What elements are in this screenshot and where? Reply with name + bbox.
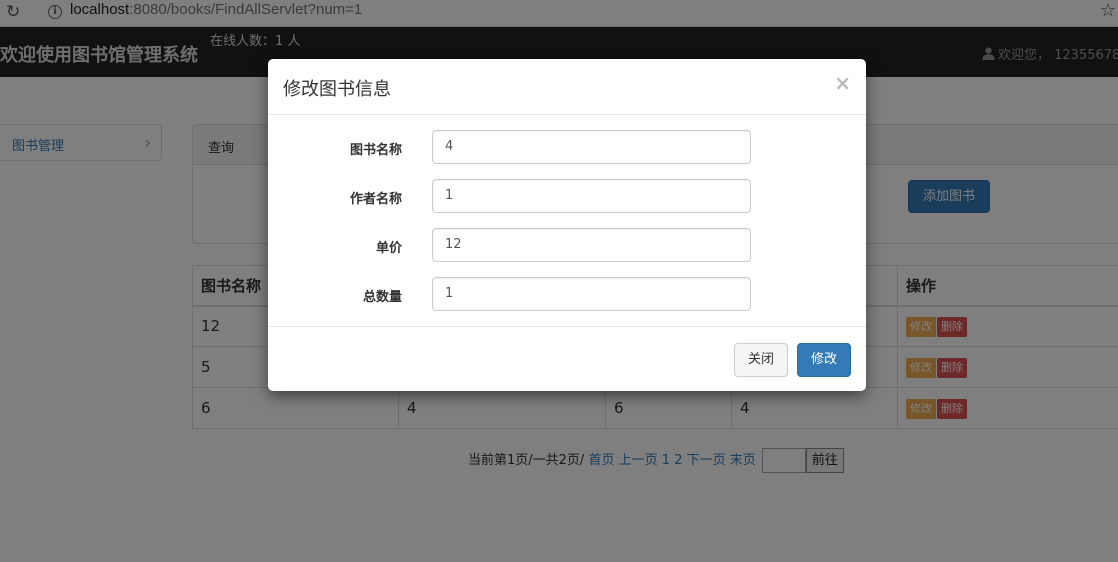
author-name-label: 作者名称	[349, 192, 402, 207]
book-name-label: 图书名称	[349, 143, 402, 158]
book-name-field[interactable]: 4	[432, 130, 751, 164]
modal-title: 修改图书信息	[283, 79, 391, 100]
total-quantity-label: 总数量	[362, 290, 402, 305]
close-icon[interactable]: ×	[834, 71, 851, 95]
submit-edit-button[interactable]: 修改	[797, 343, 851, 377]
edit-book-modal: 修改图书信息 × 图书名称 4 作者名称 1 单价 12 总数量 1 关闭 修改	[268, 59, 866, 391]
total-quantity-field[interactable]: 1	[432, 277, 751, 311]
close-button[interactable]: 关闭	[734, 343, 788, 377]
author-name-field[interactable]: 1	[432, 179, 751, 213]
modal-footer: 关闭 修改	[268, 326, 866, 391]
price-field[interactable]: 12	[432, 228, 751, 262]
price-label: 单价	[375, 241, 402, 256]
modal-header: 修改图书信息 ×	[268, 59, 866, 115]
